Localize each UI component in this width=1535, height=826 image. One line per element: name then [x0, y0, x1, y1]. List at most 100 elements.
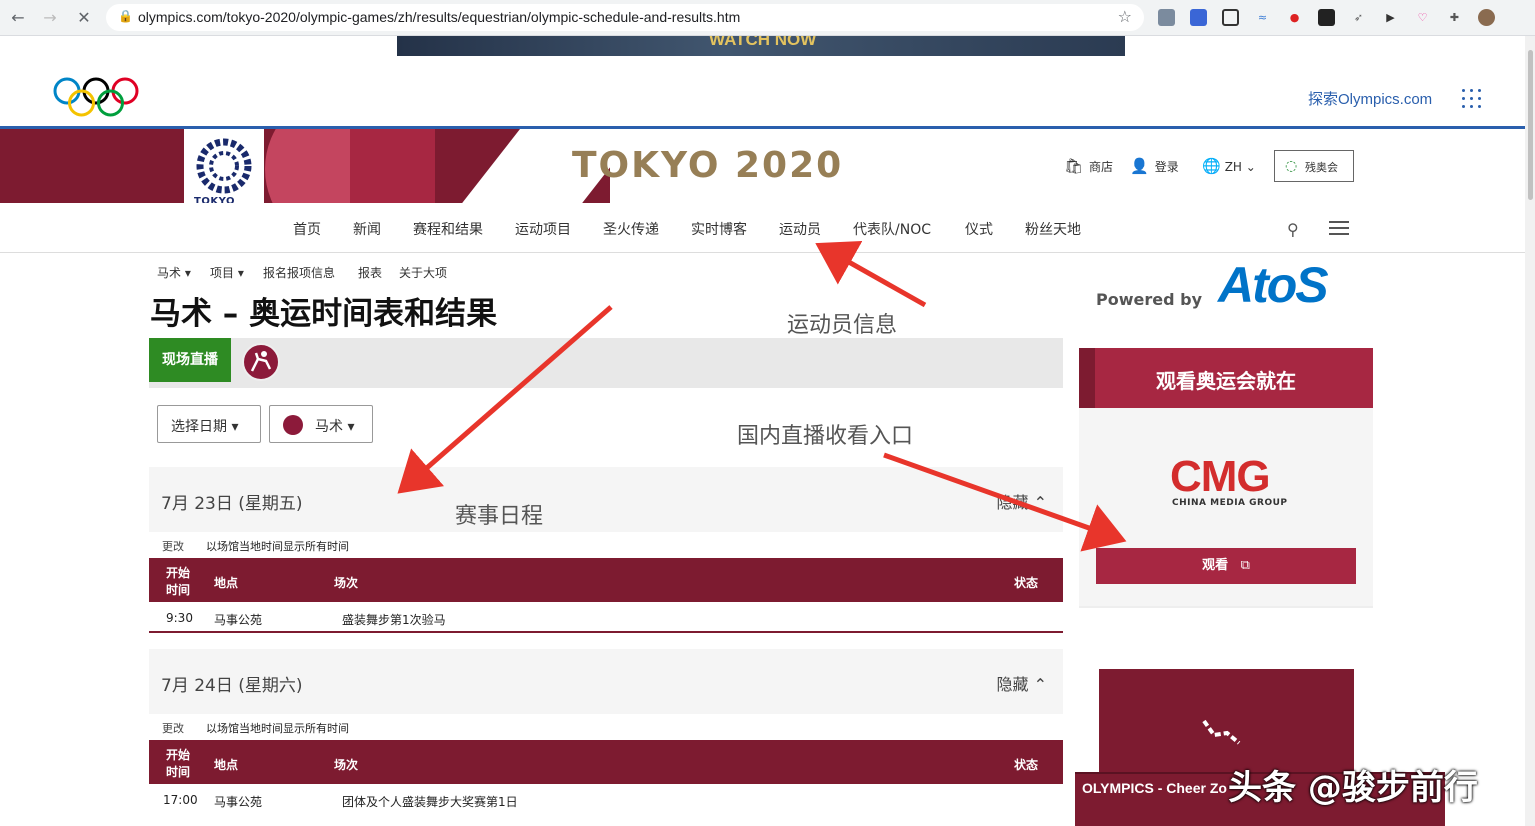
col-start-time: 开始 时间 [166, 748, 191, 779]
row-event[interactable]: 团体及个人盛装舞步大奖赛第1日 [342, 793, 518, 810]
select-date-dropdown[interactable]: 选择日期 ▾ [157, 405, 261, 443]
equestrian-icon [283, 415, 303, 435]
cmg-logo[interactable]: CMG [1170, 452, 1271, 502]
nav-item-home[interactable]: 首页 [293, 219, 321, 239]
chevron-up-icon: ⌃ [1033, 675, 1047, 694]
hide-toggle[interactable]: 隐藏 ⌃ [996, 489, 1047, 513]
breadcrumb-events[interactable]: 项目 ▾ [210, 264, 244, 281]
change-timezone-link[interactable]: 更改 [162, 538, 184, 554]
table-header: 开始 时间 地点 场次 状态 [149, 740, 1063, 784]
breadcrumb-reports[interactable]: 报表 [358, 264, 382, 281]
sport-dropdown[interactable]: 马术 ▾ [269, 405, 373, 443]
change-timezone-link[interactable]: 更改 [162, 720, 184, 736]
login-link[interactable]: 👤 登录 [1130, 157, 1179, 175]
row-event[interactable]: 盛装舞步第1次验马 [342, 611, 446, 628]
avatar[interactable] [1478, 9, 1495, 26]
col-status: 状态 [1014, 576, 1039, 590]
table-header: 开始 时间 地点 场次 状态 [149, 558, 1063, 602]
table-row[interactable]: 9:30 马事公苑 盛装舞步第1次验马 [149, 603, 1063, 633]
shop-link[interactable]: 🛍 商店 [1064, 157, 1113, 175]
breadcrumb-equestrian[interactable]: 马术 ▾ [157, 264, 191, 281]
breadcrumb-about[interactable]: 关于大项 [399, 264, 447, 281]
day-header[interactable]: 7月 23日 (星期五) 隐藏 ⌃ [149, 467, 1063, 532]
hamburger-menu-icon[interactable] [1329, 221, 1349, 235]
ad-banner[interactable]: WATCH NOW [397, 36, 1125, 56]
lock-icon: 🔒 [118, 9, 133, 23]
nav-item-fanzone[interactable]: 粉丝天地 [1025, 219, 1081, 239]
url-text[interactable]: olympics.com/tokyo-2020/olympic-games/zh… [138, 9, 740, 25]
watch-panel-header: 观看奥运会就在 [1079, 348, 1373, 408]
extension-icon[interactable]: ≈ [1254, 9, 1271, 26]
row-venue: 马事公苑 [214, 795, 263, 809]
cmg-subtitle: CHINA MEDIA GROUP [1172, 498, 1288, 508]
extension-icon[interactable] [1222, 9, 1239, 26]
col-event: 场次 [334, 758, 359, 772]
address-bar[interactable]: 🔒 olympics.com/tokyo-2020/olympic-games/… [106, 4, 1144, 31]
extension-icon[interactable] [1158, 9, 1175, 26]
col-venue: 地点 [214, 576, 239, 590]
extension-icon[interactable]: ♡ [1414, 9, 1431, 26]
search-icon[interactable]: ⚲ [1287, 220, 1299, 239]
timezone-note: 以场馆当地时间显示所有时间 [206, 722, 349, 735]
nav-item-schedule[interactable]: 赛程和结果 [413, 219, 483, 239]
annotation-athlete-info: 运动员信息 [787, 313, 898, 338]
nav-item-torch[interactable]: 圣火传递 [603, 219, 659, 239]
explore-olympics-link[interactable]: 探索Olympics.com [1308, 88, 1432, 109]
language-select[interactable]: 🌐 ZH ⌄ [1202, 157, 1256, 175]
row-time: 9:30 [166, 611, 193, 625]
col-start-time: 开始 时间 [166, 566, 191, 597]
globe-icon: 🌐 [1202, 157, 1221, 175]
extension-icon[interactable] [1318, 9, 1335, 26]
browser-toolbar: ← → ✕ 🔒 olympics.com/tokyo-2020/olympic-… [0, 0, 1535, 36]
emblem-icon [196, 138, 252, 194]
nav-item-news[interactable]: 新闻 [353, 219, 381, 239]
nav-item-ceremonies[interactable]: 仪式 [965, 219, 993, 239]
equestrian-sport-icon[interactable] [242, 343, 280, 381]
paralympics-button[interactable]: ◌ 残奥会 [1274, 150, 1354, 182]
watermark: 头条 @骏步前行 [1228, 768, 1478, 808]
page-title: 马术 – 奥运时间表和结果 [150, 296, 498, 332]
olympic-pictogram-icon [1202, 719, 1241, 745]
external-link-icon: ⧉ [1240, 558, 1250, 573]
back-icon[interactable]: ← [8, 8, 28, 28]
chevron-up-icon: ⌃ [1033, 493, 1047, 512]
extension-icon[interactable]: ➶ [1350, 9, 1367, 26]
atos-logo[interactable]: AtoS [1218, 256, 1329, 314]
extension-icon[interactable]: ▶ [1382, 9, 1399, 26]
nav-item-sports[interactable]: 运动项目 [515, 219, 571, 239]
olympic-rings-logo[interactable] [52, 76, 142, 118]
cheer-zone-title: OLYMPICS - Cheer Zo [1082, 780, 1227, 796]
shopping-bag-icon: 🛍 [1064, 157, 1084, 175]
breadcrumb-entries[interactable]: 报名报项信息 [263, 264, 335, 281]
paralympics-icon: ◌ [1285, 158, 1298, 174]
nav-item-noc[interactable]: 代表队/NOC [853, 219, 931, 239]
apps-grid-icon[interactable] [1462, 89, 1482, 109]
annotation-domestic-entry: 国内直播收看入口 [737, 424, 914, 449]
main-nav: 首页 新闻 赛程和结果 运动项目 圣火传递 实时博客 运动员 代表队/NOC 仪… [0, 203, 1525, 253]
bookmark-star-icon[interactable]: ☆ [1118, 7, 1132, 26]
scrollbar-thumb[interactable] [1528, 50, 1533, 200]
col-venue: 地点 [214, 758, 239, 772]
site-header [0, 64, 1525, 127]
extension-icon[interactable]: ● [1286, 9, 1303, 26]
col-status: 状态 [1014, 758, 1039, 772]
row-time: 17:00 [163, 793, 198, 807]
chevron-down-icon: ⌄ [1241, 160, 1256, 174]
hide-toggle[interactable]: 隐藏 ⌃ [996, 671, 1047, 695]
col-event: 场次 [334, 576, 359, 590]
timezone-note: 以场馆当地时间显示所有时间 [206, 540, 349, 553]
extension-icon[interactable] [1190, 9, 1207, 26]
forward-icon[interactable]: → [40, 8, 60, 28]
powered-by-label: Powered by [1096, 290, 1202, 309]
day-date: 7月 23日 (星期五) [161, 494, 303, 514]
watch-button[interactable]: 观看 ⧉ [1096, 548, 1356, 584]
day-header[interactable]: 7月 24日 (星期六) 隐藏 ⌃ [149, 649, 1063, 714]
nav-item-liveblog[interactable]: 实时博客 [691, 219, 747, 239]
annotation-schedule: 赛事日程 [455, 504, 544, 529]
live-button[interactable]: 现场直播 [149, 338, 231, 382]
table-row[interactable]: 17:00 马事公苑 团体及个人盛装舞步大奖赛第1日 [149, 785, 1063, 815]
nav-item-athletes[interactable]: 运动员 [779, 219, 821, 239]
stop-loading-icon[interactable]: ✕ [74, 8, 94, 28]
row-venue: 马事公苑 [214, 613, 263, 627]
puzzle-icon[interactable]: ✚ [1446, 9, 1463, 26]
